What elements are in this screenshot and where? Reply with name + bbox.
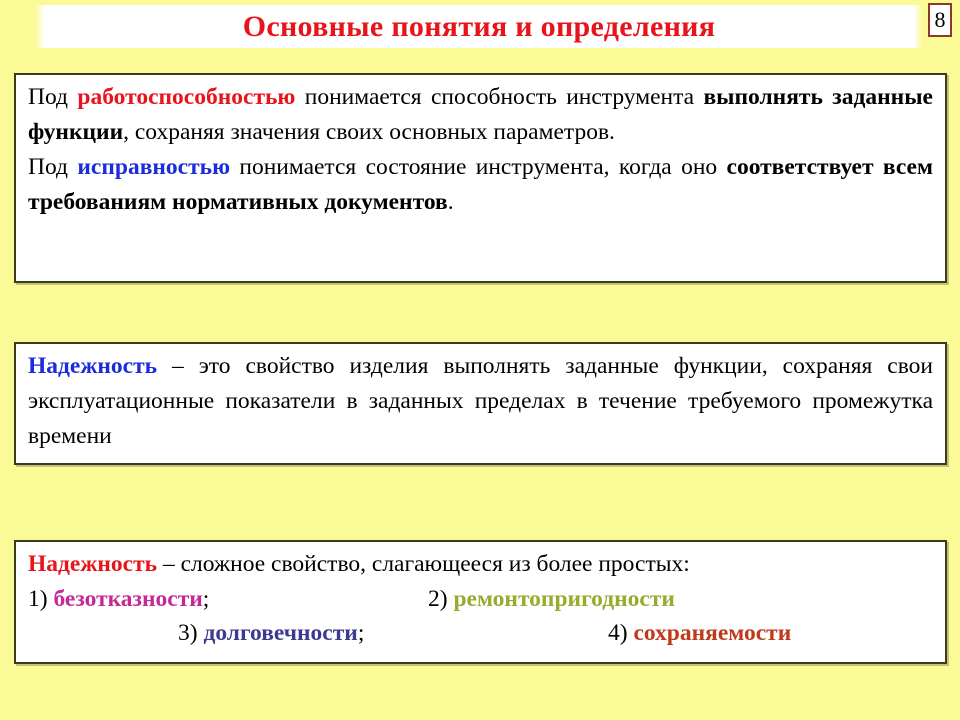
page-number-badge: 8 [928, 3, 952, 37]
term-ispravnostyu: исправностью [77, 154, 231, 180]
list-item-number: 1) [28, 586, 48, 612]
definition-paragraph-ispravnost: Под исправностью понимается состояние ин… [28, 150, 933, 220]
list-item-number: 3) [178, 620, 198, 646]
text-run-plain: понимается способность инструмента [295, 84, 704, 110]
list-item-label-dolgovechnosti: долговечности [203, 620, 358, 646]
definition-block-3: Надежность – сложное свойство, слагающее… [14, 540, 947, 664]
term-nadezhnost-blue: Надежность [28, 353, 158, 379]
list-item-suffix: ; [202, 586, 210, 612]
definition-block-2: Надежность – это свойство изделия выполн… [14, 342, 947, 465]
list-item-label-sohranyaemosti: сохраняемости [633, 620, 792, 646]
list-item-label-bezotkaznosti: безотказности [53, 586, 203, 612]
text-run-plain: . [447, 189, 454, 215]
definition-paragraph-nadezhnost: Надежность – это свойство изделия выполн… [28, 349, 933, 454]
list-item: 3) долговечности; [28, 616, 578, 650]
list-item: 2) ремонтопригодности [428, 582, 675, 616]
page-title: Основные понятия и определения [242, 9, 716, 43]
list-item-suffix: ; [357, 620, 365, 646]
reliability-list-row-1: 1) безотказности; 2) ремонтопригодности [28, 582, 933, 616]
definition-paragraph-rabotosposobnost: Под работоспособностью понимается способ… [28, 80, 933, 150]
list-item: 4) сохраняемости [578, 616, 791, 650]
text-run-plain: Под [28, 154, 78, 180]
list-item-number: 2) [428, 586, 448, 612]
list-item-label-remontoprigodnosti: ремонтопригодности [453, 586, 675, 612]
text-run-plain: – сложное свойство, слагающееся из более… [157, 551, 690, 577]
list-item: 1) безотказности; [28, 582, 428, 616]
text-run-plain: Под [28, 84, 78, 110]
term-rabotosposobnostyu: работоспособностью [77, 84, 296, 110]
list-item-number: 4) [608, 620, 628, 646]
page-number-value: 8 [934, 7, 946, 32]
term-nadezhnost-red: Надежность [28, 551, 158, 577]
text-run-plain: – это свойство изделия выполнять заданны… [28, 353, 933, 449]
text-run-plain: , сохраняя значения своих основных парам… [123, 119, 615, 145]
definition-block-1: Под работоспособностью понимается способ… [14, 73, 947, 283]
reliability-intro-paragraph: Надежность – сложное свойство, слагающее… [28, 547, 933, 582]
reliability-list-row-2: 3) долговечности; 4) сохраняемости [28, 616, 933, 650]
text-run-plain: понимается состояние инструмента, когда … [230, 154, 727, 180]
slide-title-band: Основные понятия и определения [35, 5, 923, 48]
